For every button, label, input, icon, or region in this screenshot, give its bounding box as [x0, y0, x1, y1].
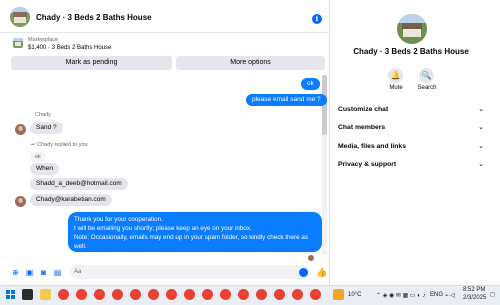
menu-privacy-support[interactable]: Privacy & support ⌄: [338, 158, 488, 172]
message-line: I will be emailing you shortly; please k…: [74, 225, 252, 232]
message-input[interactable]: Aa: [70, 265, 310, 279]
message-out-email-request[interactable]: please email sand me ?: [246, 94, 327, 106]
message-out-long[interactable]: Thank you for your cooperation. I will b…: [68, 212, 322, 252]
message-in-when[interactable]: When: [30, 163, 59, 175]
listing-thumbnail[interactable]: [13, 38, 23, 48]
search-button[interactable]: 🔍: [419, 68, 434, 83]
emoji-icon[interactable]: [299, 268, 308, 277]
sticker-icon[interactable]: ◙: [39, 268, 48, 277]
language-indicator[interactable]: ENG: [430, 292, 443, 298]
menu-chat-members[interactable]: Chat members ⌄: [338, 121, 488, 135]
network-icon[interactable]: ⌁ ◁: [445, 292, 455, 299]
chrome-icon[interactable]: [310, 289, 321, 300]
chrome-icon[interactable]: [166, 289, 177, 300]
listing-title[interactable]: $1,400 · 3 Beds 2 Baths House: [28, 45, 111, 51]
bell-icon: 🔔: [390, 71, 401, 80]
message-line: Note: Occasionally, emails may end up in…: [74, 234, 309, 250]
gif-icon[interactable]: ▤: [53, 268, 62, 277]
task-view-icon[interactable]: [22, 289, 33, 300]
sender-avatar[interactable]: [15, 124, 26, 135]
chat-title[interactable]: Chady · 3 Beds 2 Baths House: [36, 13, 152, 22]
weather-icon[interactable]: [333, 289, 344, 300]
chevron-down-icon: ⌄: [478, 106, 484, 113]
more-options-button[interactable]: More options: [176, 56, 325, 70]
mark-as-pending-button[interactable]: Mark as pending: [11, 56, 172, 70]
search-label: Search: [417, 85, 437, 91]
image-icon[interactable]: ▣: [25, 268, 34, 277]
search-icon: 🔍: [421, 71, 432, 80]
message-in-hotmail[interactable]: Shadd_a_deeb@hotmail.com: [30, 178, 128, 190]
mute-button[interactable]: 🔔: [388, 68, 403, 83]
temperature: 10°C: [348, 292, 362, 298]
message-in-karabetian[interactable]: Chady@karabetian.com: [30, 194, 112, 206]
details-avatar[interactable]: [397, 14, 427, 44]
listing-avatar[interactable]: [10, 7, 30, 27]
chrome-icon[interactable]: [58, 289, 69, 300]
clock-time[interactable]: 8:52 PM: [463, 287, 485, 293]
sender-avatar[interactable]: [15, 196, 26, 207]
chrome-icon[interactable]: [256, 289, 267, 300]
info-icon[interactable]: i: [312, 14, 322, 24]
reply-note: ↩ Chady replied to you: [31, 142, 88, 148]
chrome-icon[interactable]: [148, 289, 159, 300]
chevron-down-icon: ⌄: [478, 161, 484, 168]
details-title: Chady · 3 Beds 2 Baths House: [353, 47, 469, 56]
chrome-icon[interactable]: [274, 289, 285, 300]
chevron-down-icon: ⌄: [478, 143, 484, 150]
chrome-icon[interactable]: [238, 289, 249, 300]
tray-icons[interactable]: ⌃ ◈ ◉ ✉ ▦ ▭ ◐ ♪: [376, 292, 426, 299]
chrome-icon[interactable]: [202, 289, 213, 300]
quoted-message[interactable]: ok: [30, 152, 46, 162]
message-line: Thank you for your cooperation.: [74, 216, 163, 223]
chevron-down-icon: ⌄: [478, 124, 484, 131]
mute-label: Mute: [389, 85, 403, 91]
chrome-icon[interactable]: [130, 289, 141, 300]
plus-icon[interactable]: ⊕: [11, 268, 20, 277]
windows-start-icon[interactable]: [6, 290, 15, 299]
file-explorer-icon[interactable]: [40, 289, 51, 300]
notification-icon[interactable]: ◻: [490, 291, 495, 298]
seen-avatar: [308, 255, 314, 261]
menu-customize-chat[interactable]: Customize chat ⌄: [338, 103, 488, 117]
chrome-icon[interactable]: [292, 289, 303, 300]
sender-name: Chady: [35, 112, 51, 118]
clock-date[interactable]: 2/3/2025: [463, 295, 486, 301]
like-icon[interactable]: 👍: [316, 267, 327, 278]
message-out-ok[interactable]: ok: [301, 78, 320, 90]
chrome-icon[interactable]: [76, 289, 87, 300]
chrome-icon[interactable]: [94, 289, 105, 300]
chrome-icon[interactable]: [112, 289, 123, 300]
marketplace-label: Marketplace: [28, 37, 58, 43]
chrome-icon[interactable]: [184, 289, 195, 300]
message-in-sand[interactable]: Sand ?: [30, 122, 63, 134]
chrome-icon[interactable]: [220, 289, 231, 300]
menu-media-files[interactable]: Media, files and links ⌄: [338, 140, 488, 154]
